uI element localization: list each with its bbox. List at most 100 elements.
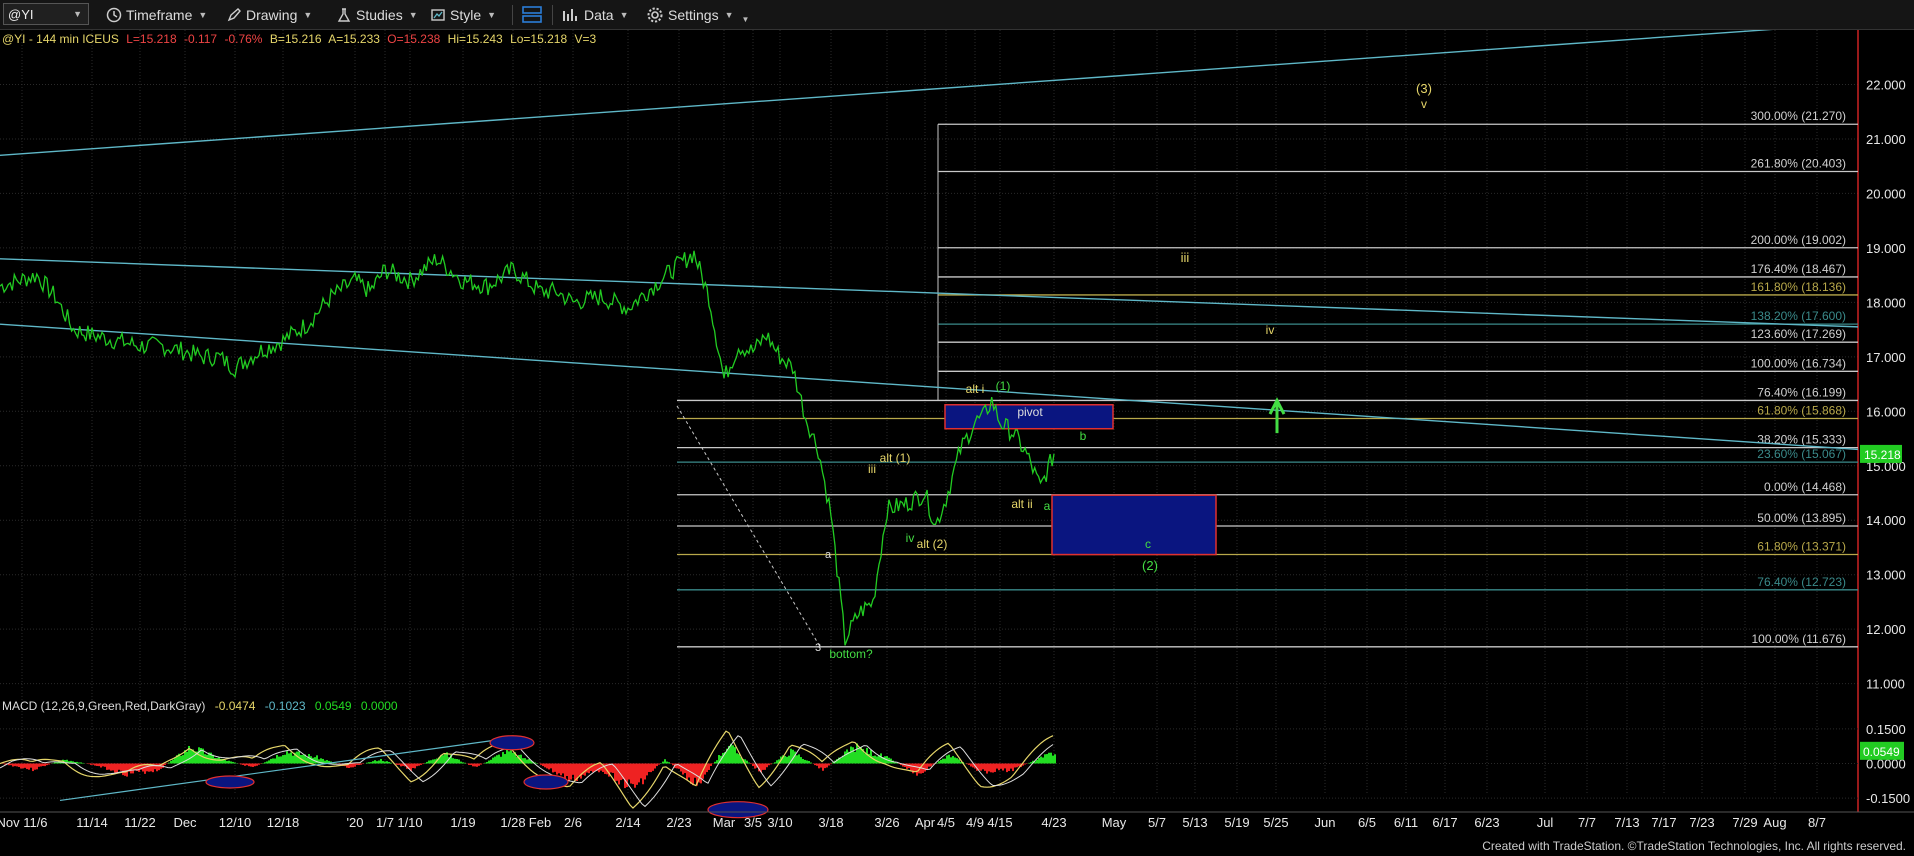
macd-histogram-bar bbox=[490, 759, 492, 764]
pencil-icon bbox=[227, 8, 241, 22]
macd-histogram-bar bbox=[1024, 763, 1026, 765]
macd-histogram-bar bbox=[924, 763, 926, 772]
macd-histogram-bar bbox=[480, 763, 482, 765]
fib-level-label: 100.00% (16.734) bbox=[1751, 356, 1846, 370]
macd-histogram-bar bbox=[818, 763, 820, 769]
wave-label: (2) bbox=[1142, 558, 1158, 573]
macd-histogram-bar bbox=[358, 763, 360, 766]
fib-level-label: 138.20% (17.600) bbox=[1751, 309, 1846, 323]
style-menu[interactable]: Style ▼ bbox=[430, 4, 496, 26]
macd-histogram-bar bbox=[984, 763, 986, 771]
time-tick-label: 2/6 bbox=[564, 815, 582, 830]
macd-histogram-bar bbox=[858, 748, 860, 764]
macd-histogram-bar bbox=[1028, 762, 1030, 764]
macd-histogram-bar bbox=[280, 756, 282, 764]
macd-histogram-bar bbox=[808, 760, 810, 764]
macd-histogram-bar bbox=[94, 763, 96, 766]
macd-histogram-bar bbox=[350, 763, 352, 768]
macd-histogram-bar bbox=[98, 763, 100, 767]
fib-level-label: 76.40% (16.199) bbox=[1757, 385, 1846, 399]
time-tick-label: 1/7 bbox=[376, 815, 394, 830]
macd-histogram-bar bbox=[752, 763, 754, 767]
data-menu[interactable]: Data ▼ bbox=[562, 4, 629, 26]
macd-histogram-bar bbox=[1030, 762, 1032, 764]
macd-histogram-bar bbox=[474, 763, 476, 767]
macd-histogram-bar bbox=[586, 763, 588, 773]
wave-label: b bbox=[1080, 429, 1087, 443]
macd-histogram-bar bbox=[1016, 763, 1018, 768]
macd-histogram-bar bbox=[1042, 757, 1044, 764]
time-tick-label: 5/19 bbox=[1224, 815, 1249, 830]
studies-menu[interactable]: Studies ▼ bbox=[336, 4, 418, 26]
macd-histogram-bar bbox=[970, 763, 972, 767]
price-tick-label: 19.000 bbox=[1866, 241, 1906, 256]
style-label: Style bbox=[450, 7, 482, 23]
macd-ellipse-marker bbox=[205, 775, 255, 789]
chart-area[interactable]: 300.00% (21.270) 261.80% (20.403) 200.00% … bbox=[0, 30, 1914, 836]
layout-button[interactable] bbox=[521, 4, 547, 26]
macd-histogram-bar bbox=[966, 763, 968, 765]
macd-histogram-bar bbox=[246, 763, 248, 766]
macd-histogram-bar bbox=[32, 763, 34, 772]
footer: Created with TradeStation. ©TradeStation… bbox=[0, 836, 1914, 856]
macd-histogram-bar bbox=[430, 760, 432, 764]
time-tick-label: 4/5 bbox=[937, 815, 955, 830]
macd-header: MACD (12,26,9,Green,Red,DarkGray) -0.047… bbox=[2, 699, 398, 713]
macd-histogram-bar bbox=[550, 763, 552, 769]
macd-histogram-bar bbox=[906, 763, 908, 769]
low-value: Lo=15.218 bbox=[510, 32, 567, 46]
drawing-menu[interactable]: Drawing ▼ bbox=[226, 4, 312, 26]
macd-histogram-bar bbox=[572, 763, 574, 775]
timeframe-menu[interactable]: Timeframe ▼ bbox=[106, 4, 207, 26]
macd-histogram-bar bbox=[1006, 763, 1008, 773]
fib-level-label: 300.00% (21.270) bbox=[1751, 109, 1846, 123]
macd-histogram-bar bbox=[980, 763, 982, 771]
settings-menu[interactable]: Settings ▼ ▼ bbox=[646, 4, 749, 26]
time-tick-label: Apr bbox=[915, 815, 936, 830]
macd-histogram-bar bbox=[390, 762, 392, 764]
macd-histogram-bar bbox=[690, 763, 692, 784]
macd-histogram-bar bbox=[866, 747, 868, 764]
macd-histogram-bar bbox=[632, 763, 634, 785]
macd-histogram-bar bbox=[952, 756, 954, 764]
macd-histogram-bar bbox=[170, 760, 172, 764]
price-tick-label: 13.000 bbox=[1866, 568, 1906, 583]
macd-histogram-bar bbox=[800, 757, 802, 764]
macd-histogram-bar bbox=[14, 763, 16, 767]
macd-histogram-bar bbox=[804, 759, 806, 764]
macd-histogram-bar bbox=[1010, 763, 1012, 769]
macd-histogram-bar bbox=[110, 763, 112, 771]
time-tick-label: 5/25 bbox=[1263, 815, 1288, 830]
macd-histogram-bar bbox=[1044, 754, 1046, 764]
macd-histogram-bar bbox=[994, 763, 996, 772]
fib-level-label: 23.60% (15.067) bbox=[1757, 447, 1846, 461]
macd-histogram-bar bbox=[428, 760, 430, 764]
macd-histogram-bar bbox=[292, 755, 294, 764]
macd-histogram-bar bbox=[764, 763, 766, 770]
time-tick-label: 8/7 bbox=[1808, 815, 1826, 830]
macd-histogram-bar bbox=[460, 761, 462, 764]
macd-histogram-bar bbox=[666, 761, 668, 764]
macd-histogram-bar bbox=[570, 763, 572, 780]
time-tick-label: 4/23 bbox=[1041, 815, 1066, 830]
macd-ellipse-marker bbox=[489, 735, 535, 751]
symbol-selector[interactable]: @YI ▼ bbox=[3, 3, 89, 25]
macd-histogram-bar bbox=[692, 763, 694, 786]
macd-histogram-bar bbox=[444, 753, 446, 764]
fib-level-label: 261.80% (20.403) bbox=[1751, 156, 1846, 170]
macd-histogram-bar bbox=[230, 761, 232, 764]
toolbar-divider bbox=[552, 5, 553, 25]
macd-histogram-bar bbox=[382, 761, 384, 764]
macd-histogram-bar bbox=[190, 749, 192, 764]
macd-histogram-bar bbox=[256, 763, 258, 766]
flask-icon bbox=[337, 8, 351, 22]
fib-level-label: 50.00% (13.895) bbox=[1757, 511, 1846, 525]
time-tick-label: 4/9 bbox=[966, 815, 984, 830]
clock-icon bbox=[106, 7, 122, 23]
wave-label: iii bbox=[868, 462, 876, 476]
macd-histogram-bar bbox=[186, 751, 188, 764]
macd-histogram-bar bbox=[278, 756, 280, 764]
macd-histogram-bar bbox=[20, 763, 22, 769]
macd-tick-label: -0.1500 bbox=[1866, 791, 1910, 806]
macd-histogram-bar bbox=[544, 763, 546, 768]
